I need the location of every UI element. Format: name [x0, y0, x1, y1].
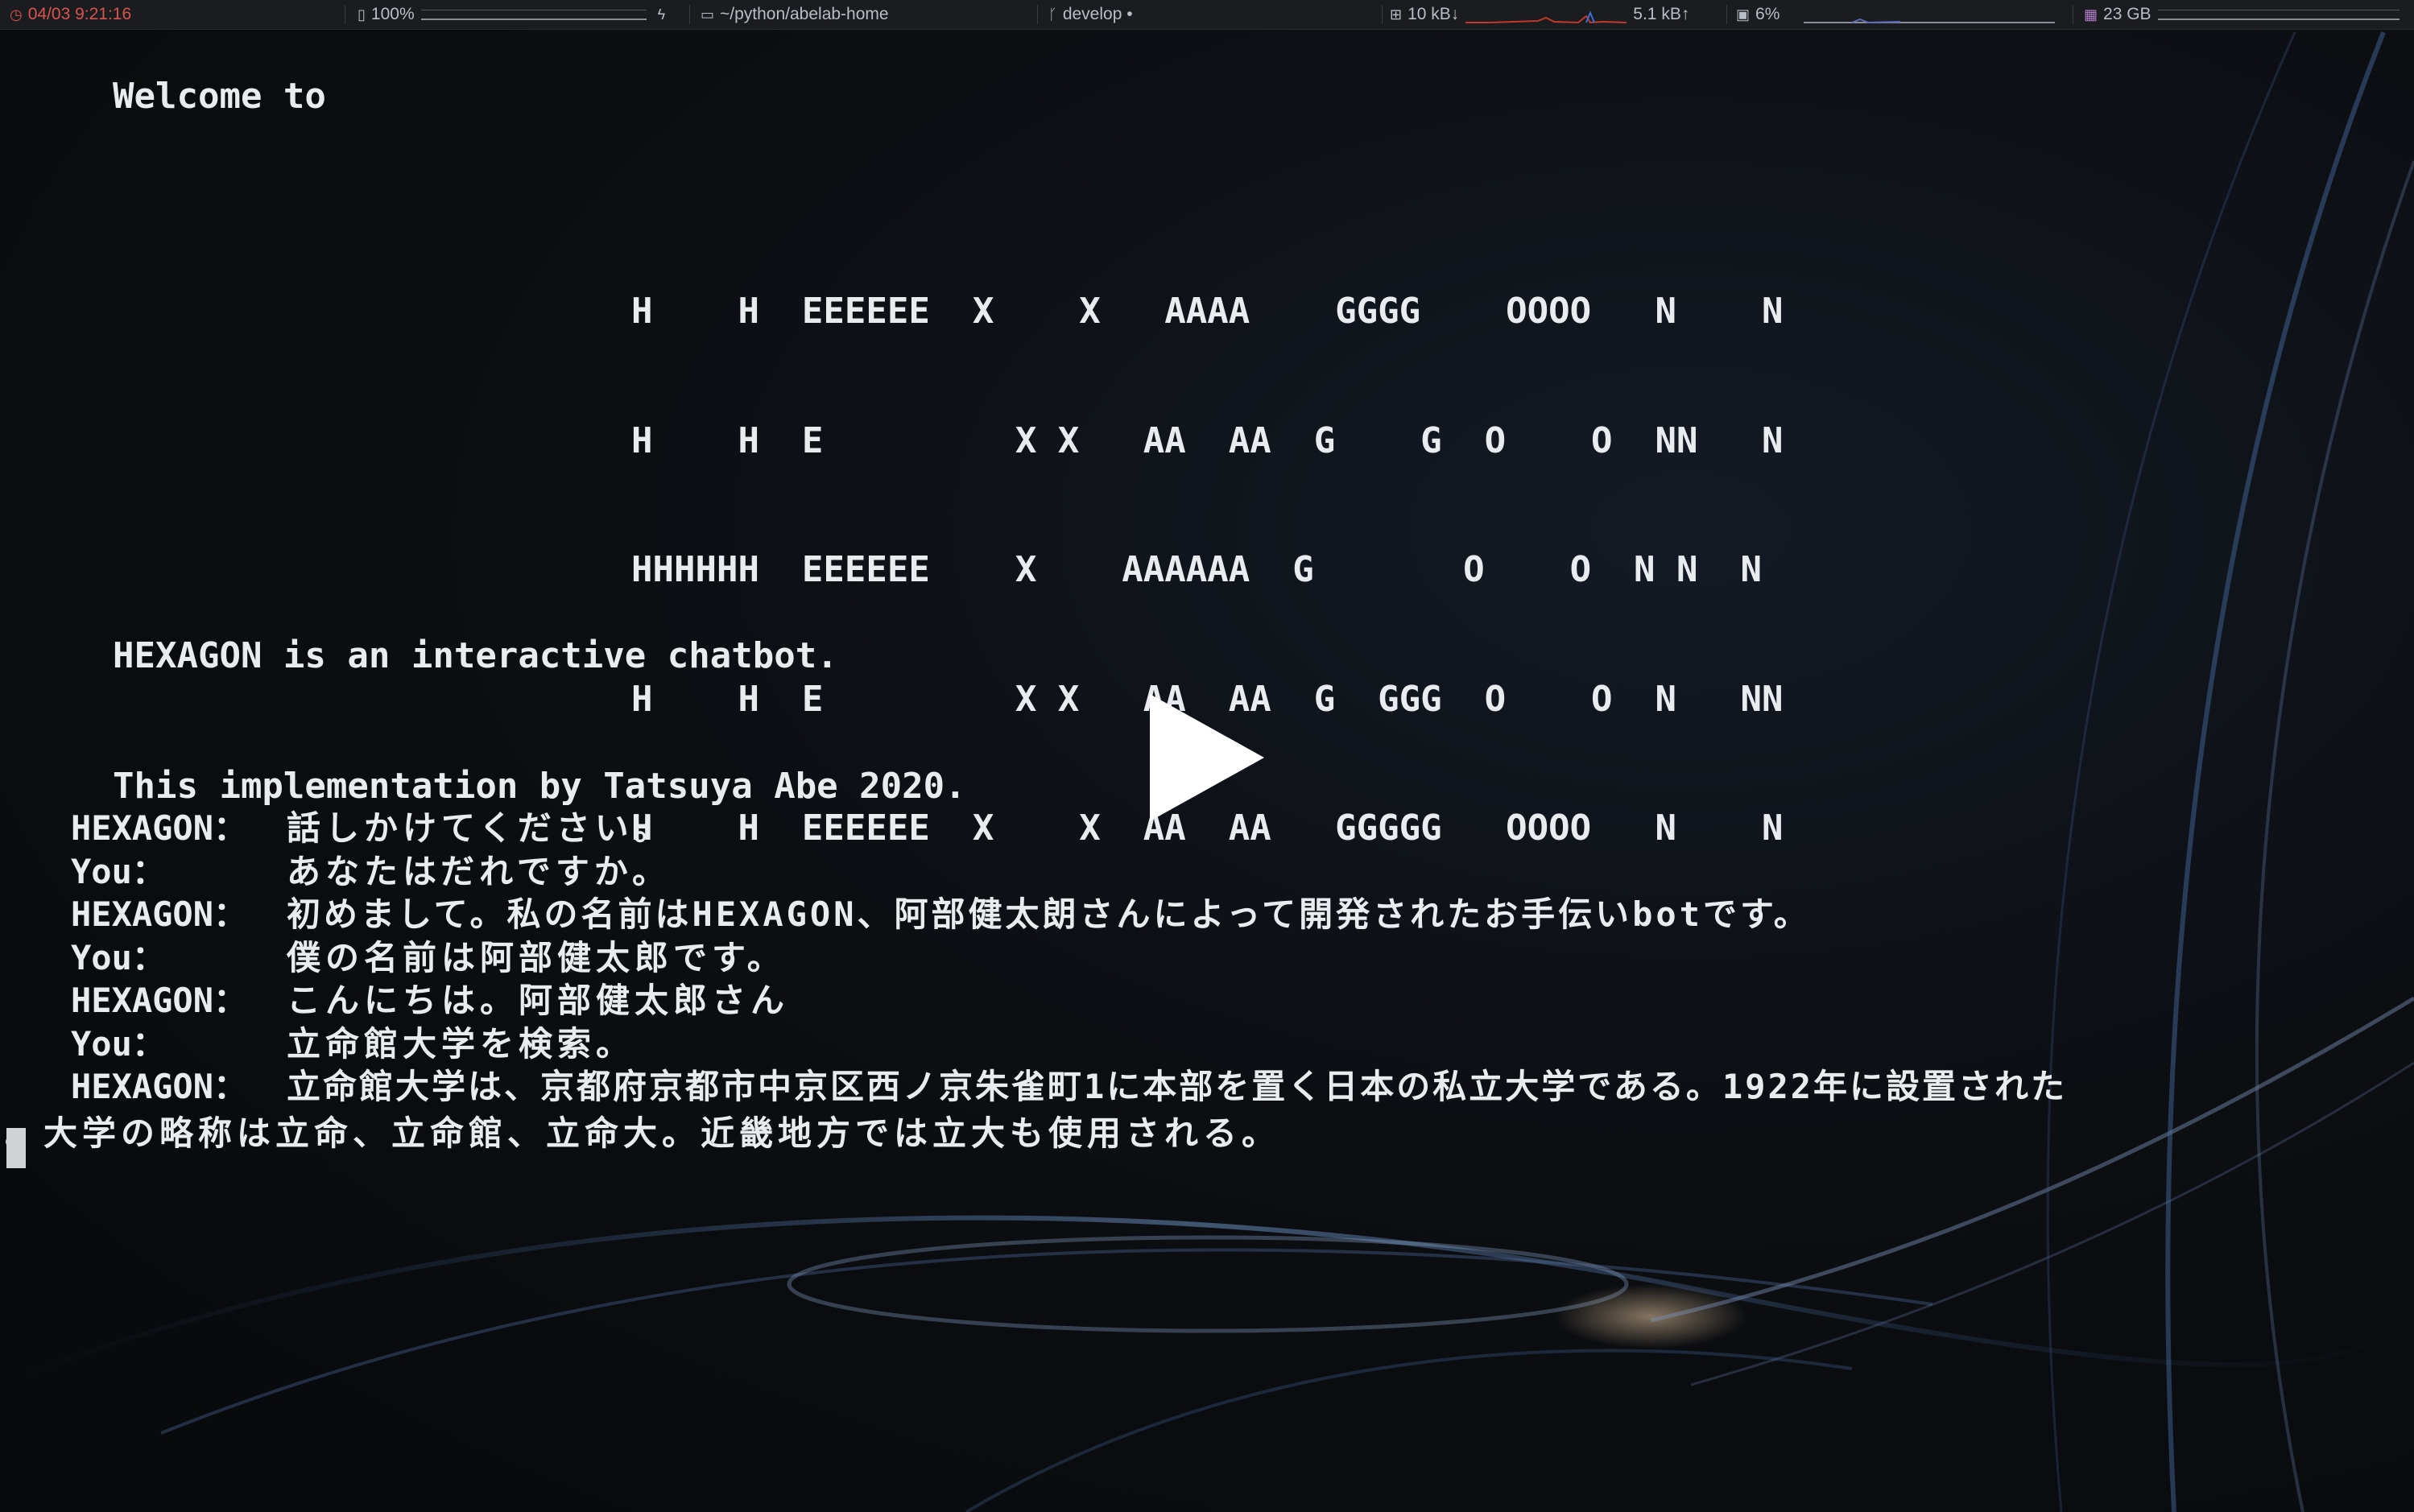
chat-line: HEXAGON： 立命館大学は、京都府京都市中京区西ノ京朱雀町1に本部を置く日本…: [71, 1065, 2067, 1109]
battery-icon: ▯: [358, 6, 366, 23]
chat-line: You： あなたはだれですか。: [71, 850, 2067, 894]
memory-meter: [2157, 9, 2400, 20]
chat-speaker: You：: [71, 851, 166, 891]
intro-line: This implementation by Tatsuya Abe 2020.: [113, 766, 966, 807]
battery-segment: ▯ 100% ϟ: [358, 0, 671, 29]
git-branch: develop •: [1062, 5, 1133, 23]
bolt-icon: ϟ: [657, 6, 666, 23]
chat-message: こんにちは。阿部健太郎さん: [287, 981, 790, 1020]
battery-level: 100%: [370, 5, 415, 23]
network-segment: ⊞ 10 kB↓ 5.1 kB↑: [1390, 0, 1689, 29]
chat-line: You： 立命館大学を検索。: [71, 1022, 2067, 1066]
memory-icon: ▦: [2084, 6, 2098, 23]
network-icon: ⊞: [1390, 6, 1403, 23]
chat-speaker: HEXAGON：: [71, 894, 248, 934]
path-segment: ▭ ~/python/abelab-home: [701, 0, 889, 29]
clock-icon: ◷: [10, 6, 23, 23]
git-segment: ᚴ develop •: [1048, 0, 1133, 29]
chat-line: HEXAGON： こんにちは。阿部健太郎さん: [71, 979, 2067, 1022]
chat-message: 話しかけてください。: [287, 808, 672, 848]
git-branch-icon: ᚴ: [1048, 6, 1057, 23]
chat-speaker: You：: [71, 1023, 166, 1064]
intro-line: HEXAGON is an interactive chatbot.: [113, 635, 838, 676]
net-up: 5.1 kB↑: [1633, 5, 1690, 23]
chat-line: You： 僕の名前は阿部健太郎です。: [71, 936, 2067, 980]
memory-segment: ▦ 23 GB: [2084, 0, 2400, 29]
welcome-text: Welcome to: [113, 76, 326, 117]
network-graph: [1465, 10, 1627, 24]
chat-line: HEXAGON： 初めまして。私の名前はHEXAGON、阿部健太朗さんによって開…: [71, 893, 2067, 936]
chat-speaker: HEXAGON：: [71, 1067, 248, 1106]
cpu-icon: ▣: [1736, 6, 1751, 23]
play-icon[interactable]: [1145, 691, 1267, 824]
datetime: 04/03 9:21:16: [27, 5, 132, 23]
terminal-cursor[interactable]: [6, 1128, 26, 1168]
chat-message-continuation: 。大学の略称は立命、立命館、立命大。近畿地方では立大も使用される。: [5, 1113, 1281, 1153]
chat-message: あなたはだれですか。: [287, 851, 672, 891]
chat-speaker: You：: [71, 937, 166, 977]
banner-line: H H E X X AA AA G G O O NN N: [631, 419, 1784, 461]
cpu-graph: [1804, 18, 2056, 24]
chat-speaker: HEXAGON：: [71, 808, 248, 848]
chat-speaker: HEXAGON：: [71, 981, 248, 1020]
folder-icon: ▭: [701, 6, 715, 23]
chat-message: 立命館大学は、京都府京都市中京区西ノ京朱雀町1に本部を置く日本の私立大学である。…: [287, 1067, 2068, 1106]
banner-line: H H EEEEEE X X AAAA GGGG OOOO N N: [631, 291, 1784, 332]
chat-message: 初めまして。私の名前はHEXAGON、阿部健太朗さんによって開発されたお手伝いb…: [287, 894, 1811, 934]
chat-line: HEXAGON： 話しかけてください。: [71, 807, 2067, 850]
battery-meter: [420, 9, 647, 20]
chat-message: 僕の名前は阿部健太郎です。: [287, 937, 786, 977]
clock-segment: ◷ 04/03 9:21:16: [10, 0, 131, 29]
chat-message: 立命館大学を検索。: [287, 1023, 635, 1064]
cpu-segment: ▣ 6%: [1736, 0, 2061, 29]
memory-usage: 23 GB: [2103, 5, 2152, 23]
chat-log: HEXAGON： 話しかけてください。 You： あなたはだれですか。 HEXA…: [71, 807, 2067, 1109]
net-down: 10 kB↓: [1407, 5, 1460, 23]
current-path: ~/python/abelab-home: [720, 5, 889, 23]
terminal-screen: ◷ 04/03 9:21:16 ▯ 100% ϟ ▭ ~/python/abel…: [0, 0, 2414, 1512]
cpu-usage: 6%: [1755, 5, 1780, 23]
status-bar: ◷ 04/03 9:21:16 ▯ 100% ϟ ▭ ~/python/abel…: [0, 0, 2414, 30]
